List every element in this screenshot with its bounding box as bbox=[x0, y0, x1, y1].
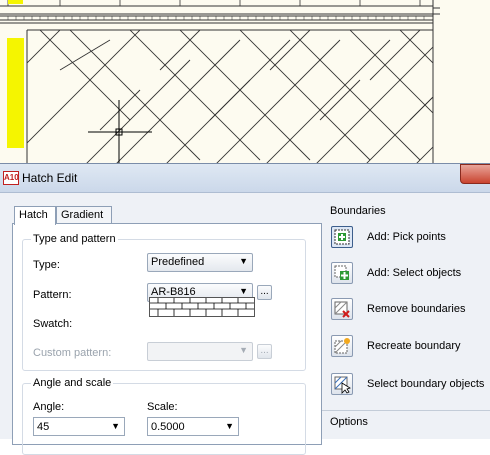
pattern-swatch[interactable] bbox=[149, 297, 255, 317]
recreate-boundary-label: Recreate boundary bbox=[367, 340, 461, 352]
boundaries-title: Boundaries bbox=[330, 205, 386, 217]
type-dropdown[interactable]: Predefined ▼ bbox=[147, 253, 253, 272]
select-boundary-objects-row[interactable]: Select boundary objects bbox=[331, 373, 490, 399]
remove-boundaries-label: Remove boundaries bbox=[367, 303, 466, 315]
chevron-down-icon: ▼ bbox=[239, 345, 248, 355]
pattern-label: Pattern: bbox=[33, 289, 72, 301]
select-boundary-objects-label: Select boundary objects bbox=[367, 378, 485, 390]
chevron-down-icon: ▼ bbox=[225, 421, 234, 431]
drawing-canvas[interactable] bbox=[0, 0, 490, 163]
add-select-objects-row[interactable]: Add: Select objects bbox=[331, 262, 490, 288]
pattern-browse-button[interactable]: ... bbox=[257, 285, 272, 300]
add-pick-points-button[interactable] bbox=[331, 226, 353, 248]
select-boundary-objects-button[interactable] bbox=[331, 373, 353, 395]
add-select-objects-label: Add: Select objects bbox=[367, 267, 462, 279]
dialog-title: Hatch Edit bbox=[22, 171, 78, 185]
hatch-tab-panel: Type and pattern Type: Predefined ▼ Patt… bbox=[12, 223, 322, 455]
recreate-boundary-row[interactable]: Recreate boundary bbox=[331, 335, 490, 361]
angle-value: 45 bbox=[37, 421, 50, 433]
scale-combobox[interactable]: 0.5000 ▼ bbox=[147, 417, 239, 436]
angle-label: Angle: bbox=[33, 401, 65, 413]
tab-hatch[interactable]: Hatch bbox=[14, 206, 56, 225]
dialog-titlebar[interactable]: A10 Hatch Edit bbox=[0, 164, 490, 193]
recreate-boundary-button[interactable] bbox=[331, 335, 353, 357]
angle-and-scale-group: Angle and scale Angle: 45 ▼ Scale: 0.500… bbox=[22, 377, 306, 455]
custom-pattern-browse-button[interactable]: ... bbox=[257, 344, 272, 359]
scale-label: Scale: bbox=[147, 401, 178, 413]
swatch-label: Swatch: bbox=[33, 318, 73, 330]
type-dropdown-value: Predefined bbox=[151, 256, 205, 268]
pick-points-icon bbox=[334, 229, 350, 245]
remove-boundaries-button[interactable] bbox=[331, 298, 353, 320]
recreate-boundary-icon bbox=[334, 338, 350, 354]
select-boundary-objects-icon bbox=[334, 376, 351, 394]
options-section[interactable]: Options bbox=[322, 410, 490, 441]
custom-pattern-label: Custom pattern: bbox=[33, 347, 112, 359]
add-pick-points-label: Add: Pick points bbox=[367, 231, 446, 243]
add-pick-points-row[interactable]: Add: Pick points bbox=[331, 226, 490, 252]
remove-boundaries-icon bbox=[334, 301, 350, 318]
add-select-objects-button[interactable] bbox=[331, 262, 353, 284]
chevron-down-icon: ▼ bbox=[111, 421, 120, 431]
hatch-drawing bbox=[0, 0, 440, 163]
group-title-angle-and-scale: Angle and scale bbox=[31, 377, 114, 389]
tab-gradient[interactable]: Gradient bbox=[56, 206, 112, 224]
remove-boundaries-row[interactable]: Remove boundaries bbox=[331, 298, 490, 324]
group-title-type-and-pattern: Type and pattern bbox=[31, 233, 118, 245]
autocad-app-icon: A10 bbox=[3, 171, 19, 185]
hatch-edit-dialog: A10 Hatch Edit Hatch Gradient Type and p… bbox=[0, 163, 490, 455]
chevron-down-icon: ▼ bbox=[239, 286, 248, 296]
custom-pattern-dropdown[interactable]: ▼ bbox=[147, 342, 253, 361]
angle-combobox[interactable]: 45 ▼ bbox=[33, 417, 125, 436]
brick-swatch-icon bbox=[150, 298, 254, 316]
options-title: Options bbox=[330, 416, 368, 428]
chevron-down-icon: ▼ bbox=[239, 256, 248, 266]
scale-value: 0.5000 bbox=[151, 421, 185, 433]
select-objects-icon bbox=[334, 265, 349, 280]
close-button[interactable] bbox=[460, 164, 490, 184]
type-label: Type: bbox=[33, 259, 60, 271]
